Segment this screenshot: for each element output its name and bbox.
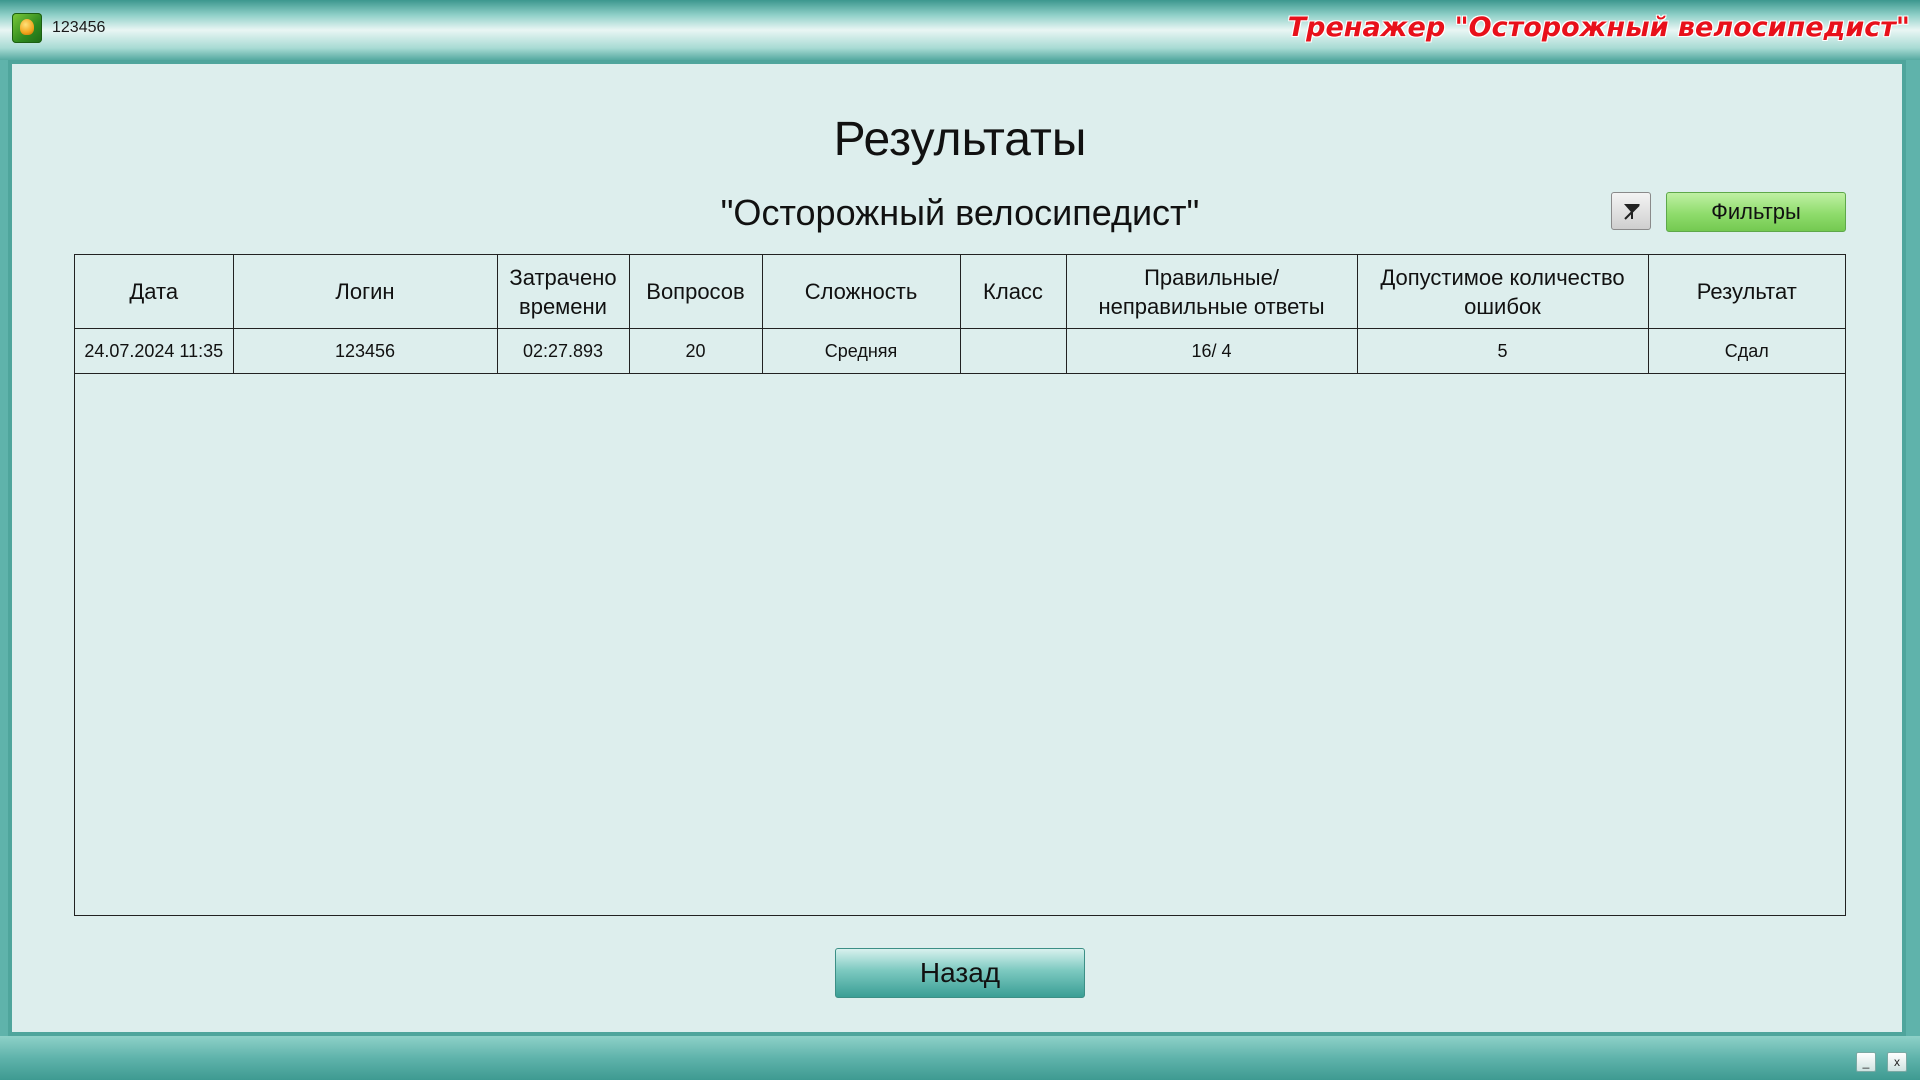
column-header-date[interactable]: Дата	[75, 255, 234, 329]
cell-result: Сдал	[1647, 328, 1845, 374]
column-header-questions[interactable]: Вопросов	[628, 255, 763, 329]
app-title: Тренажер "Осторожный велосипедист"	[1287, 12, 1910, 43]
minimize-button[interactable]: _	[1856, 1052, 1876, 1072]
cell-allowed-errors: 5	[1356, 328, 1649, 374]
cell-date: 24.07.2024 11:35	[75, 328, 234, 374]
filters-button[interactable]: Фильтры	[1666, 192, 1846, 232]
cell-correct-incorrect: 16/ 4	[1065, 328, 1358, 374]
column-header-result[interactable]: Результат	[1647, 255, 1845, 329]
close-button[interactable]: x	[1887, 1052, 1907, 1072]
column-header-class[interactable]: Класс	[959, 255, 1067, 329]
cell-difficulty: Средняя	[761, 328, 961, 374]
cell-class	[959, 328, 1067, 374]
username-label: 123456	[52, 19, 106, 36]
cell-time-spent: 02:27.893	[496, 328, 630, 374]
page-title: Результаты	[833, 113, 1087, 166]
cell-login: 123456	[232, 328, 498, 374]
app-logo-icon	[12, 13, 42, 43]
table-row[interactable]: 24.07.2024 11:35 123456 02:27.893 20 Сре…	[75, 328, 1845, 374]
page-subtitle: "Осторожный велосипедист"	[720, 192, 1200, 233]
cell-questions: 20	[628, 328, 763, 374]
clear-filter-icon	[1624, 204, 1640, 220]
title-bar: 123456 Тренажер "Осторожный велосипедист…	[0, 0, 1920, 60]
table-header-row: Дата Логин Затрачено времени Вопросов Сл…	[75, 255, 1845, 329]
results-table: Дата Логин Затрачено времени Вопросов Сл…	[74, 254, 1846, 916]
clear-filter-button[interactable]	[1611, 192, 1651, 230]
column-header-time-spent[interactable]: Затрачено времени	[496, 255, 630, 329]
column-header-correct-incorrect[interactable]: Правильные/ неправильные ответы	[1065, 255, 1358, 329]
back-button[interactable]: Назад	[835, 948, 1085, 998]
bottom-bar	[0, 1036, 1920, 1080]
column-header-allowed-errors[interactable]: Допустимое количество ошибок	[1356, 255, 1649, 329]
column-header-difficulty[interactable]: Сложность	[761, 255, 961, 329]
column-header-login[interactable]: Логин	[232, 255, 498, 329]
